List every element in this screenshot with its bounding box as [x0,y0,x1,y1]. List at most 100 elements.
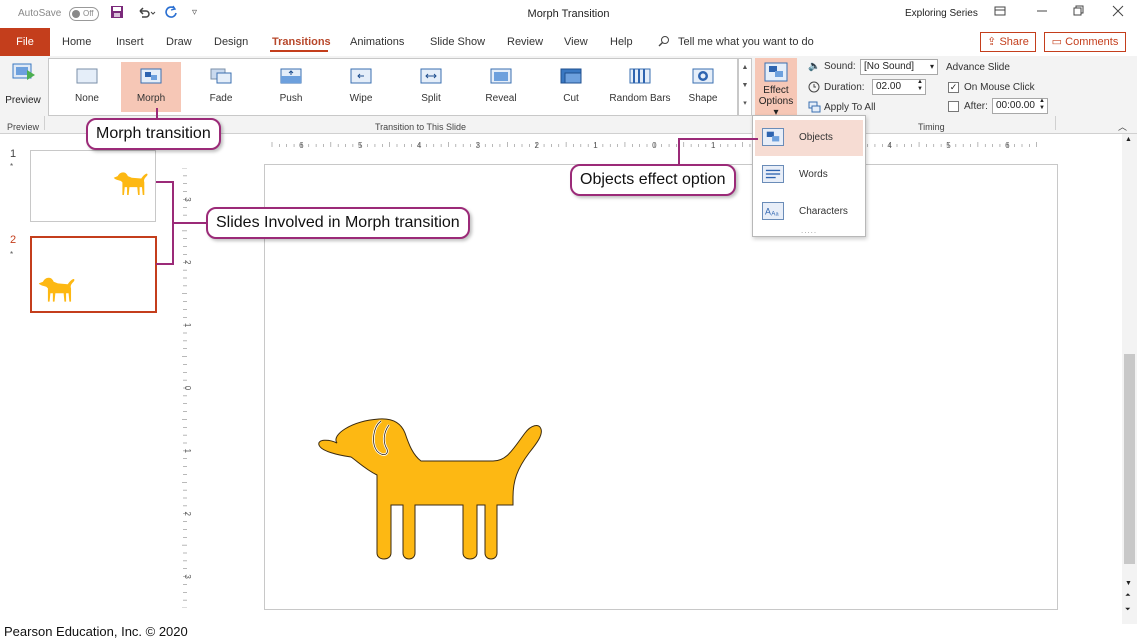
ruler-label: 6 [1005,141,1010,150]
transition-marker-icon: * [10,162,14,171]
menu-item-words[interactable]: Words [755,157,863,193]
svg-text:A: A [765,207,771,217]
after-value: 00:00.00 [996,100,1035,111]
ruler-label: 2 [534,141,539,150]
horizontal-ruler: 6543210123456 [271,141,1038,150]
transition-none[interactable]: None [57,62,117,112]
gallery-more-icon[interactable]: ▾ [739,95,751,113]
transition-marker-icon: * [10,250,14,259]
transition-push[interactable]: Push [261,62,321,112]
words-icon [762,165,784,183]
fade-transition-icon [210,68,232,84]
ribbon-display-icon[interactable] [994,5,1006,20]
tell-me-search[interactable]: Tell me what you want to do [678,36,814,48]
transition-fade[interactable]: Fade [191,62,251,112]
menu-item-label: Words [799,169,828,180]
ruler-label: 6 [299,141,304,150]
spinner-arrows-icon[interactable]: ▲ ▼ [1039,98,1045,112]
transition-shape[interactable]: Shape [673,62,733,112]
menu-item-characters[interactable]: AAa Characters [755,194,863,230]
tab-review[interactable]: Review [507,36,543,48]
preview-group-label: Preview [7,122,40,132]
slide-thumbnail-2[interactable] [30,236,157,313]
ruler-label: 5 [946,141,951,150]
ruler-label: 1 [183,449,192,454]
tab-transitions[interactable]: Transitions [272,36,331,48]
tab-slide-show[interactable]: Slide Show [430,36,485,48]
tab-design[interactable]: Design [214,36,248,48]
account-name[interactable]: Exploring Series [905,8,978,19]
share-label: Share [999,36,1029,48]
menu-item-objects[interactable]: Objects [755,120,863,156]
transition-label: Cut [563,93,579,104]
share-button[interactable]: ⇪ Share [980,32,1036,52]
spinner-arrows-icon[interactable]: ▲ ▼ [917,79,923,93]
transition-morph[interactable]: Morph [121,62,181,112]
gallery-down-icon[interactable]: ▼ [739,77,751,95]
next-slide-icon[interactable]: ⏷ [1125,606,1131,614]
characters-icon: AAa [762,202,784,220]
gallery-up-icon[interactable]: ▲ [739,59,751,77]
callout-leader-line [172,222,208,224]
transition-reveal[interactable]: Reveal [471,62,531,112]
vertical-ruler: 3 2 1 0 1 2 3 [182,168,192,608]
apply-to-all-button[interactable]: Apply To All [824,102,876,113]
ribbon-tabs: File Home Insert Draw Design Transitions… [0,28,1137,56]
ruler-label: 2 [183,260,192,265]
scrollbar-thumb[interactable] [1124,354,1135,564]
transition-split[interactable]: Split [401,62,461,112]
callout-leader-line [678,138,680,166]
comments-label: Comments [1065,36,1119,48]
preview-icon [12,63,35,80]
transition-random-bars[interactable]: Random Bars [605,62,675,112]
callout-leader-line [678,138,758,140]
tab-home[interactable]: Home [62,36,91,48]
reveal-transition-icon [490,68,512,84]
transition-label: Random Bars [609,93,671,104]
close-icon[interactable] [1112,5,1124,20]
tab-help[interactable]: Help [610,36,633,48]
effect-options-button[interactable]: Effect Options ▾ [755,58,797,118]
gallery-scroll[interactable]: ▲ ▼ ▾ [738,58,752,116]
transition-label: Morph [136,93,166,104]
slide-thumbnail-1[interactable] [30,150,156,222]
menu-item-label: Objects [799,132,833,143]
restore-icon[interactable] [1073,5,1085,20]
duration-spinner[interactable]: 02.00 ▲ ▼ [872,79,926,95]
tab-insert[interactable]: Insert [116,36,144,48]
ruler-label: 1 [711,141,716,150]
dog-image [113,172,148,195]
tab-file[interactable]: File [0,28,50,56]
sound-dropdown[interactable]: [No Sound] ▾ [860,59,938,75]
tab-animations[interactable]: Animations [350,36,404,48]
active-tab-underline [270,50,328,52]
scroll-down-icon[interactable]: ▼ [1125,580,1132,587]
on-mouse-click-checkbox[interactable]: ✓ [948,82,959,93]
comments-button[interactable]: ▭ Comments [1044,32,1126,52]
ruler-label: 0 [183,386,192,391]
collapse-ribbon-icon[interactable]: ︿ [1118,120,1127,133]
preview-label: Preview [5,95,41,106]
transition-cut[interactable]: Cut [541,62,601,112]
previous-slide-icon[interactable]: ⏶ [1125,592,1131,600]
minimize-icon[interactable] [1036,5,1048,20]
tab-draw[interactable]: Draw [166,36,192,48]
on-mouse-click-label: On Mouse Click [964,82,1035,93]
preview-button[interactable]: Preview [4,62,42,110]
menu-resize-handle[interactable]: ..... [801,226,817,235]
scroll-up-icon[interactable]: ▲ [1125,136,1132,143]
slide-number: 2 [10,234,17,246]
callout-leader-line [156,263,174,265]
effect-options-icon [764,62,788,82]
tab-view[interactable]: View [564,36,588,48]
slide-number: 1 [10,148,17,160]
sound-value: [No Sound] [864,61,915,72]
ruler-label: 1 [183,323,192,328]
transition-wipe[interactable]: Wipe [331,62,391,112]
after-checkbox[interactable] [948,101,959,112]
vertical-scrollbar[interactable]: ▲ ▼ ⏶ ⏷ [1122,134,1137,624]
ruler-label: 4 [417,141,422,150]
callout-morph-transition: Morph transition [86,118,221,150]
transition-label: Reveal [485,93,517,104]
after-spinner[interactable]: 00:00.00 ▲ ▼ [992,98,1048,114]
